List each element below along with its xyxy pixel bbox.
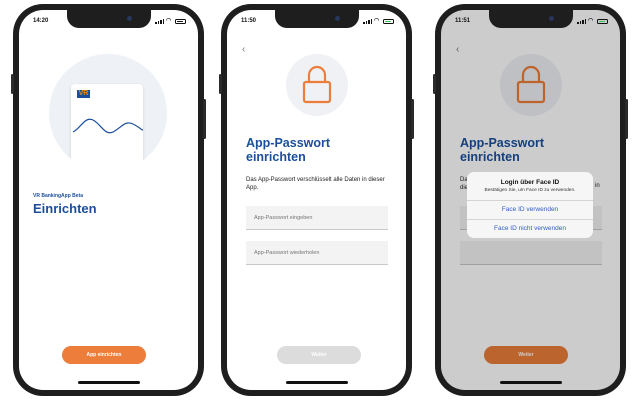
- wifi-icon: ◠: [166, 18, 172, 24]
- bar-graphic-red: [69, 166, 79, 172]
- status-time: 11:50: [241, 18, 257, 24]
- screen-setup: 14:20 ◠ VR VR BankingApp Beta Einrichten…: [19, 10, 198, 390]
- faceid-alert-dialog: Login über Face ID Bestätigen Sie, um Fa…: [467, 172, 593, 238]
- banking-illustration: VR: [49, 54, 167, 172]
- chart-card-graphic: VR: [71, 84, 143, 172]
- home-indicator[interactable]: [499, 381, 562, 384]
- phone-frame-1: 14:20 ◠ VR VR BankingApp Beta Einrichten…: [11, 4, 206, 396]
- home-indicator[interactable]: [285, 381, 348, 384]
- status-bar: 14:20 ◠: [19, 18, 198, 30]
- dialog-message: Bestätigen Sie, um Face ID zu verwenden.: [484, 188, 576, 193]
- battery-icon: [175, 19, 186, 24]
- home-indicator[interactable]: [77, 381, 140, 384]
- battery-icon: [383, 19, 394, 24]
- status-bar: 11:50 ◠: [227, 18, 406, 30]
- wifi-icon: ◠: [588, 18, 594, 24]
- signal-icon: [155, 19, 164, 24]
- phone-frame-3: 11:51 ◠ ‹ App-Passwort einrichten Da die…: [433, 4, 628, 396]
- back-chevron-icon[interactable]: ‹: [242, 44, 245, 55]
- page-title: Einrichten: [33, 201, 97, 216]
- screen-password: 11:50 ◠ ‹ App-Passwort einrichten Das Ap…: [227, 10, 406, 390]
- brand-logo: VR: [77, 90, 90, 98]
- signal-icon: [363, 19, 372, 24]
- page-description: Das App-Passwort verschlüsselt alle Date…: [246, 177, 385, 191]
- page-title: App-Passwort einrichten: [246, 136, 331, 164]
- phone-frame-2: 11:50 ◠ ‹ App-Passwort einrichten Das Ap…: [219, 4, 414, 396]
- wifi-icon: ◠: [374, 18, 380, 24]
- dialog-title: Login über Face ID: [500, 179, 560, 186]
- status-time: 11:51: [455, 18, 471, 24]
- use-faceid-button[interactable]: Face ID verwenden: [467, 200, 593, 219]
- status-time: 14:20: [33, 18, 49, 24]
- password-field[interactable]: [246, 206, 388, 230]
- battery-icon: [597, 19, 608, 24]
- lock-icon: [302, 65, 332, 104]
- app-label: VR BankingApp Beta: [33, 193, 84, 199]
- continue-button[interactable]: Weiter: [277, 346, 361, 364]
- password-repeat-field[interactable]: [246, 241, 388, 265]
- screen-faceid: 11:51 ◠ ‹ App-Passwort einrichten Da die…: [441, 10, 620, 390]
- lock-illustration: [286, 54, 348, 116]
- trend-line-graphic: [72, 118, 143, 134]
- decline-faceid-button[interactable]: Face ID nicht verwenden: [467, 219, 593, 238]
- bar-graphic-green: [53, 160, 63, 172]
- password-input[interactable]: [246, 206, 388, 230]
- signal-icon: [577, 19, 586, 24]
- password-repeat-input[interactable]: [246, 241, 388, 265]
- setup-app-button[interactable]: App einrichten: [62, 346, 146, 364]
- status-bar: 11:51 ◠: [441, 18, 620, 30]
